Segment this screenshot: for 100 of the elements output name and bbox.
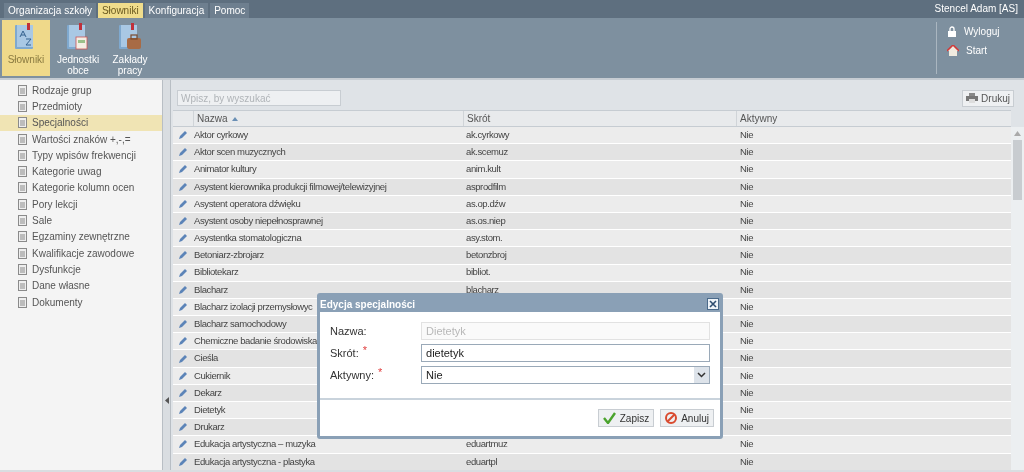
page-icon	[18, 231, 27, 243]
table-cell: Blacharz	[194, 283, 228, 295]
pencil-icon[interactable]	[178, 130, 188, 141]
pencil-icon[interactable]	[178, 267, 188, 278]
pencil-icon[interactable]	[178, 405, 188, 416]
pencil-icon[interactable]	[178, 422, 188, 433]
sidebar-item[interactable]: Sale	[0, 212, 162, 229]
book-icon	[65, 23, 91, 51]
table-cell: Nie	[740, 438, 754, 450]
close-icon	[709, 300, 717, 308]
scroll-up-icon[interactable]	[1014, 131, 1021, 136]
menu-tab[interactable]: Pomoc	[210, 3, 250, 18]
page-icon	[18, 280, 27, 292]
collapse-arrow-icon[interactable]	[164, 397, 169, 404]
table-cell: Dietetyk	[194, 403, 226, 415]
table-cell: Nie	[740, 146, 754, 158]
sidebar-item[interactable]: Wartości znaków +,-,=	[0, 130, 162, 148]
page-icon	[18, 182, 27, 194]
pencil-icon[interactable]	[178, 319, 188, 330]
sidebar-item[interactable]: Dane własne	[0, 277, 162, 294]
sidebar-item[interactable]: Specjalności	[0, 114, 162, 131]
dropdown-icon[interactable]	[694, 367, 709, 383]
print-button[interactable]: Drukuj	[962, 89, 1014, 107]
table-cell: Cieśla	[194, 352, 218, 364]
pencil-icon[interactable]	[178, 284, 188, 295]
table-cell: eduartmuz	[466, 438, 508, 450]
pencil-icon[interactable]	[178, 164, 188, 175]
sidebar-item[interactable]: Typy wpisów frekwencji	[0, 147, 162, 164]
scrollbar[interactable]	[1011, 127, 1024, 470]
table-cell: Dekarz	[194, 386, 222, 398]
menu-tab[interactable]: Słowniki	[97, 3, 143, 18]
page-icon	[18, 263, 27, 275]
table-cell: Nie	[740, 403, 754, 415]
pencil-icon[interactable]	[178, 181, 188, 192]
table-cell: ak.cyrkowy	[466, 128, 509, 140]
scroll-thumb[interactable]	[1013, 140, 1022, 200]
pencil-icon[interactable]	[178, 370, 188, 381]
pencil-icon[interactable]	[178, 301, 188, 312]
pencil-icon[interactable]	[178, 439, 188, 450]
table-cell: asy.stom.	[466, 232, 503, 244]
pencil-icon[interactable]	[178, 336, 188, 347]
table-cell: Asystentka stomatologiczna	[194, 232, 302, 244]
sort-arrow-icon	[231, 116, 238, 121]
table-cell: Blacharz izolacji przemysłowyc	[194, 300, 313, 312]
table-cell: anim.kult	[466, 163, 501, 175]
pencil-icon[interactable]	[178, 456, 188, 467]
pencil-icon[interactable]	[178, 198, 188, 209]
checkmark-icon	[602, 412, 616, 424]
table-cell: Nie	[740, 163, 754, 175]
table-cell: Aktor cyrkowy	[194, 128, 248, 140]
table-cell: Nie	[740, 266, 754, 278]
table-cell: as.os.niep	[466, 214, 506, 226]
field-label: Skrót:	[330, 345, 359, 361]
sidebar-item[interactable]: Rodzaje grup	[0, 82, 162, 99]
table-cell: Aktor scen muzycznych	[194, 146, 286, 158]
select-field[interactable]: Nie	[421, 366, 710, 384]
sidebar-item[interactable]: Pory lekcji	[0, 196, 162, 213]
table-cell: Asystent kierownika produkcji filmowej/telewizyjnej	[194, 180, 387, 192]
field-label: Aktywny:	[330, 367, 374, 383]
user-name: Stencel Adam [AS]	[934, 2, 1018, 16]
pencil-icon[interactable]	[178, 216, 188, 227]
dialog-button[interactable]: Anuluj	[660, 409, 714, 427]
table-cell: eduartpl	[466, 455, 498, 467]
table-cell: Chemiczne badanie środowiska	[194, 335, 317, 347]
sidebar-item[interactable]: Przedmioty	[0, 98, 162, 115]
pencil-icon[interactable]	[178, 387, 188, 398]
menu-tab[interactable]: Organizacja szkoły	[4, 3, 96, 18]
sidebar-item[interactable]: Egzaminy zewnętrzne	[0, 228, 162, 245]
table-cell: Nie	[740, 197, 754, 209]
column-header[interactable]: Nazwa	[193, 111, 463, 126]
dialog-button[interactable]: Zapisz	[597, 409, 655, 427]
column-header[interactable]: Skrót	[463, 111, 736, 126]
sidebar-item[interactable]: Dysfunkcje	[0, 261, 162, 278]
pencil-icon[interactable]	[178, 233, 188, 244]
table-cell: Nie	[740, 318, 754, 330]
table-cell: Animator kultury	[194, 163, 257, 175]
cancel-icon	[665, 412, 678, 424]
table-cell: blacharz	[466, 283, 499, 295]
page-icon	[18, 296, 27, 308]
pencil-icon[interactable]	[178, 353, 188, 364]
sidebar-item[interactable]: Kwalifikacje zawodowe	[0, 244, 162, 262]
sidebar-item[interactable]: Dokumenty	[0, 293, 162, 311]
padlock-icon	[947, 26, 957, 37]
page-icon	[18, 198, 27, 210]
table-cell: Asystent osoby niepełnosprawnej	[194, 214, 323, 226]
table-cell: Asystent operatora dźwięku	[194, 197, 301, 209]
printer-icon	[966, 93, 979, 103]
menu-tab[interactable]: Konfiguracja	[144, 3, 209, 18]
sidebar-item[interactable]: Kategorie kolumn ocen	[0, 179, 162, 197]
input-field[interactable]: dietetyk	[421, 344, 710, 362]
pencil-icon[interactable]	[178, 250, 188, 261]
table-cell: Betoniarz-zbrojarz	[194, 249, 264, 261]
column-header[interactable]: Aktywny	[736, 111, 1011, 126]
table-cell: Blacharz samochodowy	[194, 318, 287, 330]
pencil-icon[interactable]	[178, 147, 188, 158]
required-mark: *	[378, 366, 383, 378]
sidebar-item[interactable]: Kategorie uwag	[0, 163, 162, 180]
table-cell: Nie	[740, 300, 754, 312]
table-cell: Nie	[740, 180, 754, 192]
close-button[interactable]	[707, 298, 719, 310]
